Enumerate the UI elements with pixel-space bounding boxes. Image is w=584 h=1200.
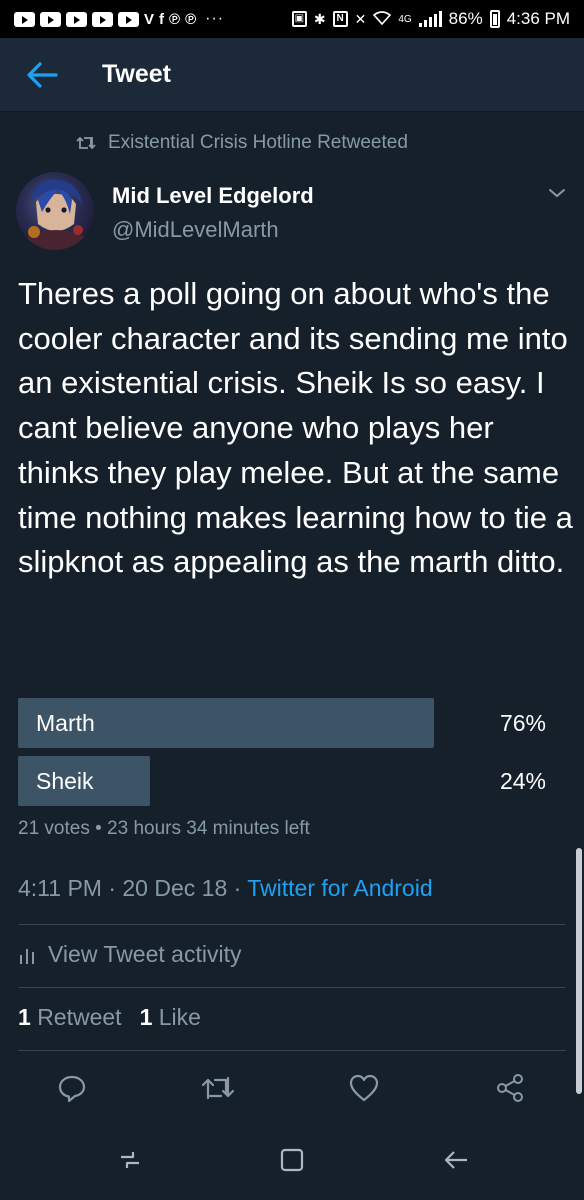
poll-option: Marth 76% xyxy=(18,698,566,748)
page-title: Tweet xyxy=(102,60,171,88)
retweet-icon xyxy=(201,1076,235,1100)
recent-apps-icon xyxy=(121,1152,139,1168)
retweet-count: 1 xyxy=(18,1004,31,1030)
youtube-icon xyxy=(92,11,113,27)
retweet-button[interactable] xyxy=(200,1070,236,1106)
like-count: 1 xyxy=(139,1004,153,1030)
youtube-icon xyxy=(66,11,87,27)
pinterest-icon: ℗ xyxy=(185,10,197,28)
like-stat[interactable]: 1 Like xyxy=(140,1004,201,1031)
mute-icon: ✕ xyxy=(354,11,367,27)
like-stat-label: Like xyxy=(158,1004,201,1030)
divider xyxy=(18,1050,566,1051)
screenshot-icon: ▣ xyxy=(291,11,307,27)
bluetooth-icon: ✱ xyxy=(313,11,326,27)
avatar[interactable] xyxy=(16,172,94,250)
wifi-icon xyxy=(373,11,392,27)
retweeted-by[interactable]: Existential Crisis Hotline Retweeted xyxy=(76,132,408,154)
divider xyxy=(18,924,566,925)
back-button[interactable] xyxy=(0,38,84,112)
retweet-stat-label: Retweet xyxy=(37,1004,122,1030)
poll-meta: 21 votes • 23 hours 34 minutes left xyxy=(18,818,310,839)
app-header: Tweet xyxy=(0,38,584,112)
tweet-menu-button[interactable] xyxy=(548,186,566,204)
author-handle[interactable]: @MidLevelMarth xyxy=(112,217,279,243)
bar-chart-icon xyxy=(20,948,34,964)
reply-icon xyxy=(58,1075,86,1103)
chevron-down-icon xyxy=(549,189,565,198)
battery-icon xyxy=(489,10,500,28)
heart-icon xyxy=(349,1074,379,1102)
network-type: 4G xyxy=(398,13,412,25)
system-back-button[interactable] xyxy=(438,1142,474,1178)
battery-percent: 86% xyxy=(448,9,483,28)
status-bar: V f ℗ ℗ ··· ▣ ✱ N ✕ 4G 86% 4:36 PM xyxy=(0,0,584,38)
clock: 4:36 PM xyxy=(506,9,570,28)
scrollbar-thumb[interactable] xyxy=(576,848,582,1094)
poll-option-percent: 76% xyxy=(499,710,546,736)
share-icon xyxy=(497,1074,523,1102)
source-link[interactable]: Twitter for Android xyxy=(247,875,432,901)
facebook-icon: f xyxy=(159,10,165,28)
recent-apps-button[interactable] xyxy=(112,1142,148,1178)
youtube-icon xyxy=(14,11,35,27)
signal-icon xyxy=(418,11,442,27)
tweet-actions xyxy=(0,1060,584,1115)
tweet-timestamp: 4:11 PM · 20 Dec 18 · Twitter for Androi… xyxy=(18,875,433,902)
retweet-icon xyxy=(76,137,96,149)
retweet-stat[interactable]: 1 Retweet xyxy=(18,1004,122,1031)
notification-icons: V f ℗ ℗ ··· xyxy=(14,10,224,28)
arrow-left-icon xyxy=(27,61,58,88)
divider xyxy=(18,987,566,988)
like-button[interactable] xyxy=(346,1070,382,1106)
youtube-icon xyxy=(40,11,61,27)
nfc-icon: N xyxy=(332,11,348,27)
poll-option-label: Marth xyxy=(36,710,95,736)
youtube-icon xyxy=(118,11,139,27)
poll-option-label: Sheik xyxy=(36,768,94,794)
home-icon xyxy=(280,1148,304,1172)
tweet-text: Theres a poll going on about who's the c… xyxy=(18,276,573,580)
poll-option-percent: 24% xyxy=(499,768,546,794)
pinterest-icon: ℗ xyxy=(169,10,181,28)
view-tweet-activity-button[interactable]: View Tweet activity xyxy=(18,941,241,968)
share-button[interactable] xyxy=(492,1070,528,1106)
home-button[interactable] xyxy=(274,1142,310,1178)
arrow-left-icon xyxy=(444,1151,467,1169)
tweet-stats: 1 Retweet 1 Like xyxy=(18,1004,201,1031)
reply-button[interactable] xyxy=(54,1070,90,1106)
system-nav-bar xyxy=(0,1120,584,1200)
timestamp-text: 4:11 PM · 20 Dec 18 · xyxy=(18,875,248,901)
v-app-icon: V xyxy=(144,10,155,28)
author-name[interactable]: Mid Level Edgelord xyxy=(112,183,314,209)
poll-option: Sheik 24% xyxy=(18,756,566,806)
view-tweet-activity-label: View Tweet activity xyxy=(48,941,242,967)
retweeted-by-label: Existential Crisis Hotline Retweeted xyxy=(108,132,408,153)
more-notifications: ··· xyxy=(205,10,225,27)
